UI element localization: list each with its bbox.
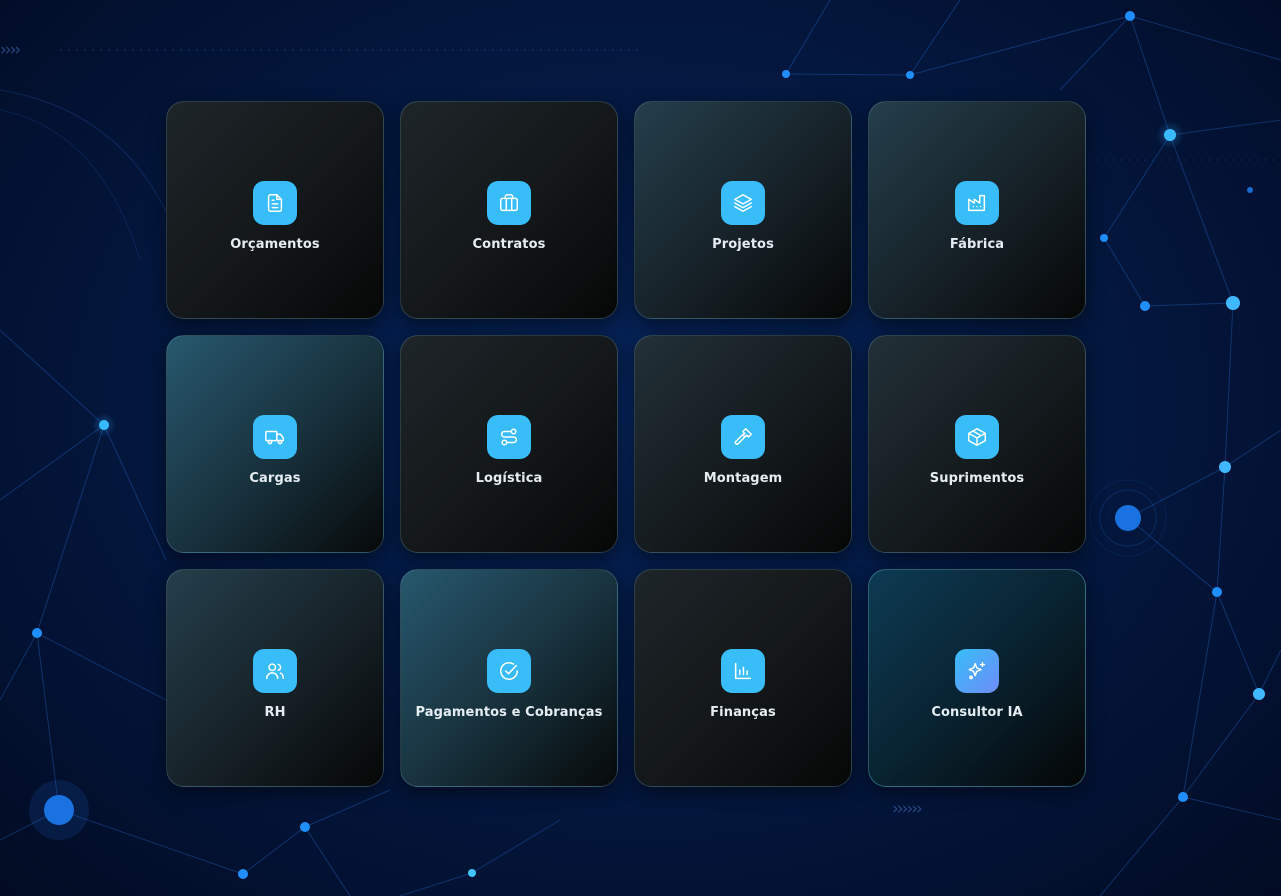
users-icon [253,648,297,693]
tile-label: Montagem [703,470,783,486]
briefcase-icon [487,180,531,225]
tile-montagem[interactable]: Montagem [634,335,852,553]
bar-chart-icon [721,648,765,693]
tile-label: Pagamentos e Cobranças [415,704,603,720]
tile-cargas[interactable]: Cargas [166,335,384,553]
layers-icon [721,180,765,225]
truck-icon [253,414,297,459]
tile-fabrica[interactable]: Fábrica [868,101,1086,319]
sparkles-icon [955,648,999,693]
tile-suprimentos[interactable]: Suprimentos [868,335,1086,553]
package-icon [955,414,999,459]
hammer-icon [721,414,765,459]
route-icon [487,414,531,459]
decorative-chevrons-top: ›››› [0,40,21,60]
file-text-icon [253,180,297,225]
tile-financas[interactable]: Finanças [634,569,852,787]
tile-label: Projetos [712,236,774,252]
tile-logistica[interactable]: Logística [400,335,618,553]
tile-orcamentos[interactable]: Orçamentos [166,101,384,319]
tile-label: Logística [475,470,543,486]
decorative-chevrons-bottom: ›››››› [892,799,923,819]
tile-label: RH [264,704,286,720]
tile-pagamentos-cobrancas[interactable]: Pagamentos e Cobranças [400,569,618,787]
tile-label: Contratos [472,236,546,252]
factory-icon [955,180,999,225]
tile-label: Finanças [710,704,776,720]
tile-label: Orçamentos [230,236,320,252]
tile-label: Fábrica [949,236,1005,252]
tile-label: Consultor IA [931,704,1023,720]
tile-contratos[interactable]: Contratos [400,101,618,319]
tile-rh[interactable]: RH [166,569,384,787]
tile-consultor-ia[interactable]: Consultor IA [868,569,1086,787]
tile-projetos[interactable]: Projetos [634,101,852,319]
check-circle-icon [487,648,531,693]
tile-label: Suprimentos [929,470,1025,486]
module-grid: Orçamentos Contratos Projetos Fábrica Ca… [166,101,1086,787]
tile-label: Cargas [249,470,301,486]
